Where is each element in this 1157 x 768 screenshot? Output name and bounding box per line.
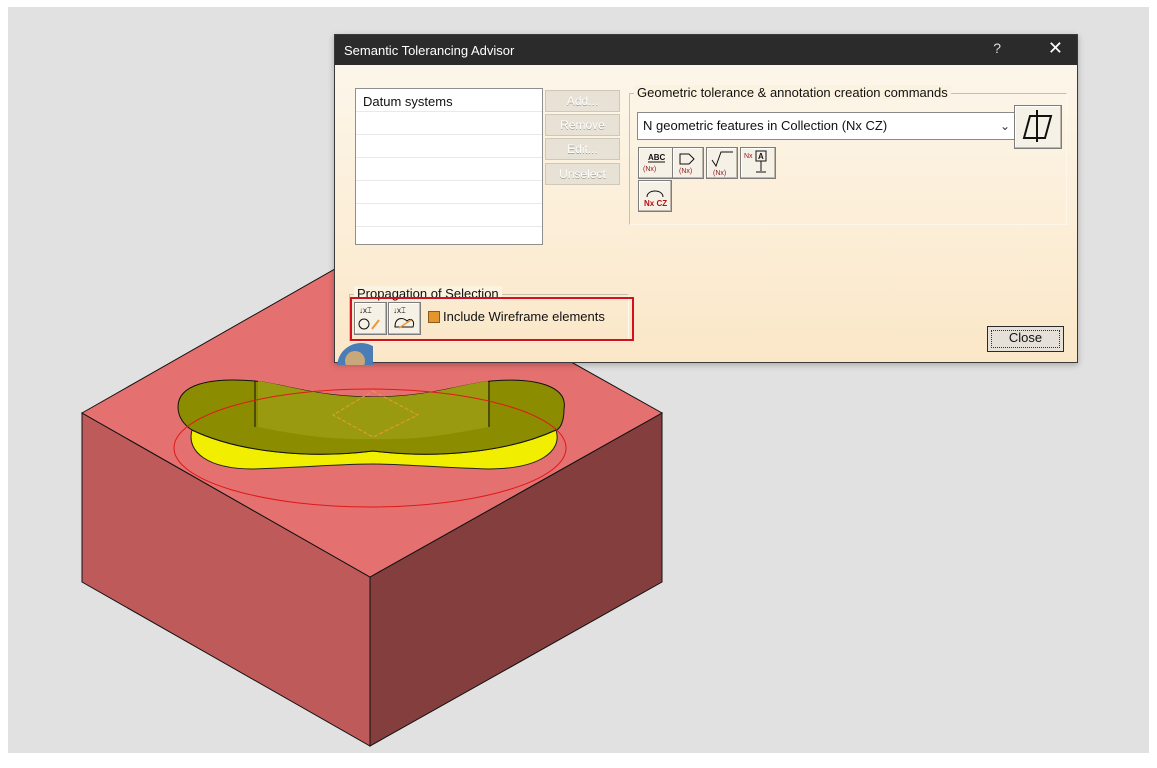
list-item[interactable]: [356, 112, 542, 135]
datum-nx-icon: ABC (Nx): [643, 153, 666, 173]
profile-nx-icon: (Nx): [679, 153, 695, 175]
close-button-label: Close: [1008, 330, 1043, 345]
nx-datum-feature-icon: Nx A: [744, 150, 767, 173]
svg-text:↓x⌶: ↓x⌶: [359, 306, 372, 315]
list-item[interactable]: [356, 158, 542, 181]
edit-button[interactable]: Edit...: [545, 138, 620, 160]
svg-text:Nx: Nx: [744, 153, 753, 160]
dialog-title: Semantic Tolerancing Advisor: [344, 43, 515, 58]
svg-text:↓x⌶: ↓x⌶: [393, 306, 406, 315]
geometric-group-title: Geometric tolerance & annotation creatio…: [634, 85, 951, 100]
combo-value: N geometric features in Collection (Nx C…: [643, 118, 888, 133]
propagate-surface-icon: ↓x⌶: [393, 306, 414, 329]
list-header: Datum systems: [356, 89, 542, 112]
geometric-features-combo[interactable]: N geometric features in Collection (Nx C…: [637, 112, 1017, 140]
include-wireframe-checkbox[interactable]: [428, 311, 440, 323]
svg-text:(Nx): (Nx): [643, 166, 656, 173]
propagate-surface-button[interactable]: ↓x⌶: [388, 302, 421, 335]
position-tolerance-button[interactable]: [1014, 105, 1062, 149]
position-tolerance-icon: [1022, 110, 1053, 142]
semantic-tolerancing-advisor-dialog[interactable]: Semantic Tolerancing Advisor ? ✕ Datum s…: [334, 34, 1078, 365]
nxcz-button[interactable]: Nx CZ: [638, 180, 672, 212]
propagate-geometry-button[interactable]: ↓x⌶: [354, 302, 387, 335]
help-button[interactable]: ?: [993, 40, 1001, 56]
remove-button[interactable]: Remove: [545, 114, 620, 136]
list-item[interactable]: [356, 181, 542, 204]
list-item[interactable]: [356, 204, 542, 227]
svg-text:(Nx): (Nx): [679, 168, 692, 175]
chevron-down-icon[interactable]: ⌄: [1000, 113, 1010, 139]
roughness-nx-icon: (Nx): [711, 151, 733, 177]
include-wireframe-label: Include Wireframe elements: [443, 309, 605, 324]
close-icon[interactable]: ✕: [1048, 38, 1063, 59]
profile-nx-button[interactable]: (Nx): [672, 147, 704, 179]
dialog-titlebar[interactable]: Semantic Tolerancing Advisor ? ✕: [335, 35, 1077, 65]
add-button[interactable]: Add...: [545, 90, 620, 112]
dialog-body: Datum systems Add... Remove Edit... Unse…: [335, 65, 1077, 365]
close-button[interactable]: Close: [987, 326, 1064, 352]
svg-text:A: A: [758, 152, 764, 161]
svg-text:ABC: ABC: [648, 153, 666, 162]
datum-nx-button[interactable]: ABC (Nx): [638, 147, 674, 179]
unselect-button[interactable]: Unselect: [545, 163, 620, 185]
svg-text:Nx CZ: Nx CZ: [644, 199, 667, 208]
nx-datum-feature-button[interactable]: Nx A: [740, 147, 776, 179]
nxcz-icon: Nx CZ: [644, 190, 667, 208]
list-item[interactable]: [356, 135, 542, 158]
datum-systems-list[interactable]: Datum systems: [355, 88, 543, 245]
roughness-nx-button[interactable]: (Nx): [706, 147, 738, 179]
catia-globe-icon: [335, 335, 373, 365]
propagate-geometry-icon: ↓x⌶: [358, 306, 380, 330]
svg-text:(Nx): (Nx): [713, 170, 726, 177]
